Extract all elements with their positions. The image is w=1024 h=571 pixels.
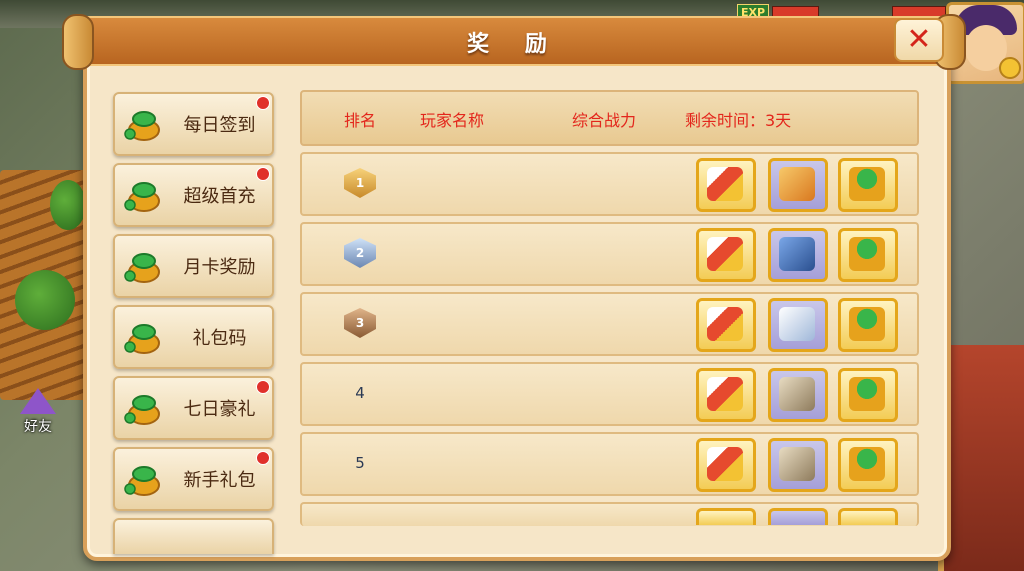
menu-item-label: 七日豪礼: [183, 399, 256, 420]
money-bag-icon: [124, 395, 160, 425]
scene-tree: [15, 270, 75, 330]
friend-label: 好友: [24, 419, 52, 435]
reward-item[interactable]: [696, 298, 756, 352]
menu-item-label: 超级首充: [183, 186, 256, 207]
close-icon: ✕: [906, 22, 932, 57]
reward-item[interactable]: [838, 298, 898, 352]
reward-item[interactable]: [838, 368, 898, 422]
rank-number: 4: [355, 384, 365, 402]
panel-title: 奖 励: [467, 32, 561, 57]
rank-medal-icon: 1: [344, 168, 376, 198]
money-bag-icon: [124, 182, 160, 212]
reward-item[interactable]: [768, 368, 828, 422]
ranking-header: 排名 玩家名称 综合战力 剩余时间：3天: [300, 90, 919, 146]
menu-item[interactable]: 礼包码: [113, 305, 274, 369]
rank-number: 5: [355, 454, 365, 472]
money-bag-icon: [124, 466, 160, 496]
notification-dot: [256, 167, 270, 181]
money-bag-icon: [124, 324, 160, 354]
reward-item[interactable]: [768, 298, 828, 352]
reward-item[interactable]: [768, 228, 828, 282]
money-bag-icon: [849, 377, 885, 411]
menu-item-partial[interactable]: [113, 518, 274, 554]
ranking-row: 5: [300, 432, 919, 496]
ranking-row: 3: [300, 292, 919, 356]
reward-item[interactable]: [696, 158, 756, 212]
menu-item[interactable]: 超级首充: [113, 163, 274, 227]
money-bag-icon: [849, 447, 885, 481]
money-bag-icon: [849, 167, 885, 201]
money-bag-icon: [849, 237, 885, 271]
scroll-icon: [707, 377, 743, 411]
notification-dot: [256, 451, 270, 465]
reward-item[interactable]: [838, 508, 898, 525]
reward-item[interactable]: [696, 368, 756, 422]
menu-item[interactable]: 月卡奖励: [113, 234, 274, 298]
ranking-row: 1: [300, 152, 919, 216]
friend-button[interactable]: 好友: [8, 388, 68, 436]
scroll-icon: [707, 237, 743, 271]
stone-beast-icon: [779, 377, 815, 411]
menu-item[interactable]: 新手礼包: [113, 447, 274, 511]
notification-dot: [256, 96, 270, 110]
white-wolf-icon: [779, 307, 815, 341]
menu-item-label: 月卡奖励: [183, 257, 256, 278]
money-bag-icon: [124, 253, 160, 283]
rank-medal-icon: 3: [344, 308, 376, 338]
reward-item[interactable]: [838, 438, 898, 492]
reward-item[interactable]: [768, 158, 828, 212]
ranking-row: [300, 502, 919, 526]
money-bag-icon: [124, 111, 160, 141]
rank-medal-icon: 2: [344, 238, 376, 268]
dragon-icon: [779, 167, 815, 201]
header-power: 综合战力: [572, 111, 637, 130]
reward-item[interactable]: [768, 438, 828, 492]
header-rank: 排名: [344, 111, 377, 130]
header-player: 玩家名称: [420, 111, 485, 130]
ranking-row: 4: [300, 362, 919, 426]
reward-item[interactable]: [768, 508, 828, 525]
reward-item[interactable]: [838, 228, 898, 282]
friend-icon: [20, 388, 56, 414]
close-button[interactable]: ✕: [894, 18, 944, 62]
menu-item[interactable]: 每日签到: [113, 92, 274, 156]
menu-item-label: 新手礼包: [183, 470, 256, 491]
title-bar: 奖 励: [62, 14, 966, 70]
header-time-left: 剩余时间：3天: [685, 111, 792, 130]
scroll-icon: [707, 307, 743, 341]
reward-item[interactable]: [838, 158, 898, 212]
coin-icon: [999, 57, 1021, 79]
scroll-icon: [707, 447, 743, 481]
reward-item[interactable]: [696, 438, 756, 492]
notification-dot: [256, 380, 270, 394]
reward-item[interactable]: [696, 508, 756, 525]
ranking-row: 2: [300, 222, 919, 286]
money-bag-icon: [849, 307, 885, 341]
scene-tree: [50, 180, 86, 230]
menu-item-label: 礼包码: [192, 328, 247, 349]
scroll-icon: [707, 167, 743, 201]
menu-item-label: 每日签到: [183, 115, 256, 136]
stone-beast-icon: [779, 447, 815, 481]
menu-item[interactable]: 七日豪礼: [113, 376, 274, 440]
reward-item[interactable]: [696, 228, 756, 282]
blue-beast-icon: [779, 237, 815, 271]
